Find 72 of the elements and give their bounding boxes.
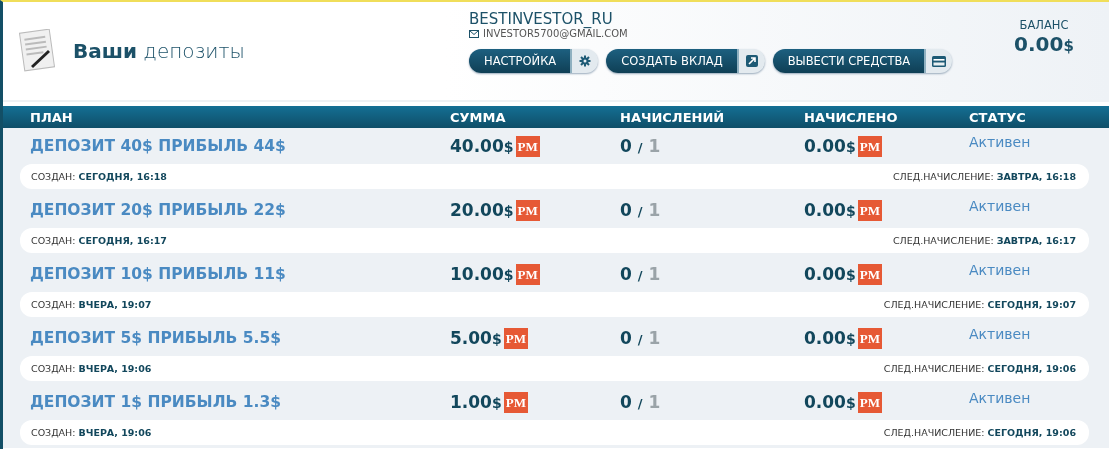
next-accrual-date: СЛЕД.НАЧИСЛЕНИЕ: СЕГОДНЯ, 19:06 — [883, 427, 1076, 438]
gear-icon — [579, 55, 592, 67]
payment-badge: PM — [503, 391, 528, 413]
email: INVESTOR5700@GMAIL.COM — [483, 28, 628, 39]
plan-link[interactable]: ДЕПОЗИТ 40$ ПРИБЫЛЬ 44$ — [30, 137, 450, 155]
accrued-amount: 0.00$ — [804, 392, 856, 412]
payment-badge: PM — [857, 135, 882, 157]
payment-badge: PM — [857, 327, 882, 349]
separator: / — [637, 332, 643, 347]
amount: 10.00$ — [450, 264, 514, 284]
page-title: Ваши депозиты — [73, 39, 245, 63]
username: BESTINVESTOR_RU — [469, 10, 614, 28]
status-text: Активен — [969, 390, 1032, 406]
next-accrual-date: СЛЕД.НАЧИСЛЕНИЕ: ЗАВТРА, 16:18 — [892, 171, 1076, 182]
status-text: Активен — [969, 262, 1032, 278]
accrual-total: 1 — [648, 200, 661, 220]
status-text: Активен — [969, 326, 1032, 342]
separator: / — [637, 396, 643, 411]
payment-badge: PM — [515, 199, 540, 221]
accrual-count: 0 — [620, 136, 632, 156]
created-date: СОЗДАН: ВЧЕРА, 19:07 — [31, 299, 152, 310]
next-accrual-date: СЛЕД.НАЧИСЛЕНИЕ: СЕГОДНЯ, 19:06 — [883, 363, 1076, 374]
accrued-amount: 0.00$ — [804, 264, 856, 284]
created-date: СОЗДАН: СЕГОДНЯ, 16:17 — [31, 235, 167, 246]
accrued-amount: 0.00$ — [804, 328, 856, 348]
separator: / — [637, 268, 643, 283]
payment-badge: PM — [515, 263, 540, 285]
balance-label: БАЛАНС — [1019, 18, 1069, 32]
amount: 5.00$ — [450, 328, 502, 348]
column-header: ПЛАН — [30, 109, 74, 125]
accrual-count: 0 — [620, 200, 632, 220]
plan-link[interactable]: ДЕПОЗИТ 10$ ПРИБЫЛЬ 11$ — [30, 265, 450, 283]
separator: / — [637, 204, 643, 219]
accrual-count: 0 — [620, 328, 632, 348]
payment-badge: PM — [515, 135, 540, 157]
column-header: НАЧИСЛЕНИЙ — [620, 109, 726, 125]
envelope-icon — [469, 29, 479, 38]
plan-link[interactable]: ДЕПОЗИТ 1$ ПРИБЫЛЬ 1.3$ — [30, 393, 450, 411]
accrual-total: 1 — [648, 328, 661, 348]
card-icon — [932, 55, 947, 67]
create-button[interactable]: СОЗДАТЬ ВКЛАД — [606, 49, 765, 73]
created-date: СОЗДАН: ВЧЕРА, 19:06 — [31, 427, 152, 438]
column-header: НАЧИСЛЕНО — [804, 109, 899, 125]
plan-link[interactable]: ДЕПОЗИТ 5$ ПРИБЫЛЬ 5.5$ — [30, 329, 450, 347]
payment-badge: PM — [857, 391, 882, 413]
payment-badge: PM — [857, 263, 882, 285]
settings-button[interactable]: НАСТРОЙКА — [469, 49, 599, 73]
accrued-amount: 0.00$ — [804, 136, 856, 156]
plan-link[interactable]: ДЕПОЗИТ 20$ ПРИБЫЛЬ 22$ — [30, 201, 450, 219]
accrual-count: 0 — [620, 264, 632, 284]
accrued-amount: 0.00$ — [804, 200, 856, 220]
accrual-total: 1 — [648, 392, 661, 412]
status-text: Активен — [969, 134, 1032, 150]
status-text: Активен — [969, 198, 1032, 214]
created-date: СОЗДАН: ВЧЕРА, 19:06 — [31, 363, 152, 374]
separator: / — [637, 140, 643, 155]
created-date: СОЗДАН: СЕГОДНЯ, 16:18 — [31, 171, 167, 182]
next-accrual-date: СЛЕД.НАЧИСЛЕНИЕ: ЗАВТРА, 16:17 — [892, 235, 1076, 246]
payment-badge: PM — [857, 199, 882, 221]
amount: 40.00$ — [450, 136, 514, 156]
amount: 1.00$ — [450, 392, 502, 412]
accrual-total: 1 — [648, 264, 661, 284]
next-accrual-date: СЛЕД.НАЧИСЛЕНИЕ: СЕГОДНЯ, 19:07 — [883, 299, 1076, 310]
accrual-count: 0 — [620, 392, 632, 412]
column-header: СТАТУС — [969, 109, 1027, 125]
column-header: СУММА — [450, 109, 507, 125]
payment-badge: PM — [503, 327, 528, 349]
balance-value: 0.00$ — [1014, 32, 1074, 56]
withdraw-button[interactable]: ВЫВЕСТИ СРЕДСТВА — [772, 49, 953, 73]
amount: 20.00$ — [450, 200, 514, 220]
arrow-square-icon — [745, 55, 758, 67]
accrual-total: 1 — [648, 136, 661, 156]
